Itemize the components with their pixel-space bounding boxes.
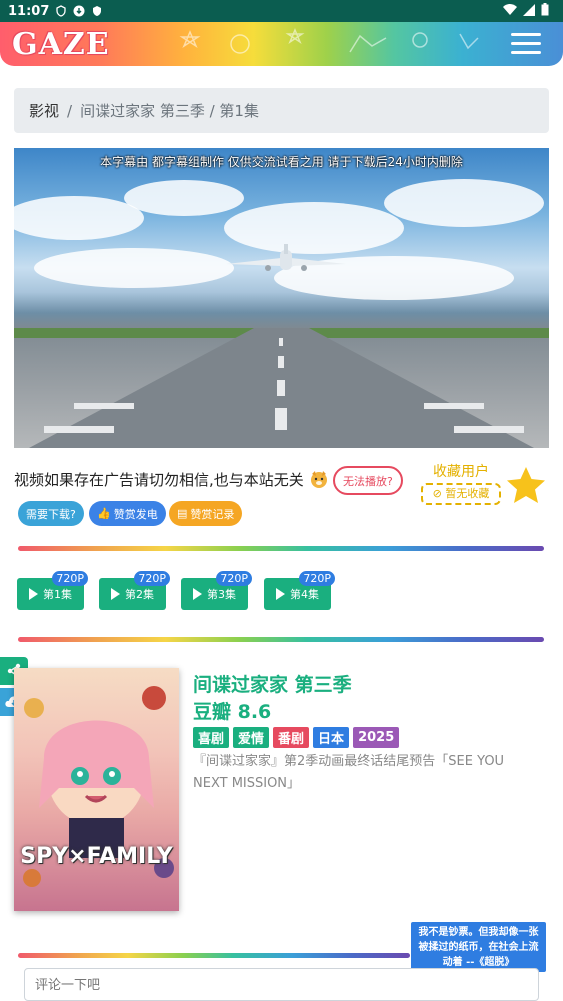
site-header: GAZE [0, 22, 563, 66]
poster-title: SPY×FAMILY [20, 844, 173, 869]
thumbs-up-icon: 👍 [97, 507, 111, 520]
security-status-icon [93, 6, 102, 16]
quality-badge: 720P [299, 571, 335, 586]
sponsor-record-button[interactable]: ▤ 赞赏记录 [169, 501, 243, 526]
cant-play-button[interactable]: 无法播放? [333, 466, 403, 495]
comment-input[interactable] [24, 968, 539, 1001]
dog-emoji-icon [310, 471, 327, 488]
favorites-box: 收藏用户 ⊘ 暂无收藏 [421, 461, 501, 505]
signal-icon [523, 3, 535, 16]
play-icon [111, 588, 120, 600]
video-player[interactable]: 本字幕由 都字幕组制作 仅供交流试看之用 请于下载后24小时内删除 [14, 148, 549, 448]
quality-badge: 720P [216, 571, 252, 586]
quote-popup: 我不是钞票。但我却像一张被揉过的纸币，在社会上流动着 --《超脱》 [411, 922, 546, 972]
episode-button-3[interactable]: 第3集 720P [181, 571, 252, 610]
tag-region[interactable]: 日本 [313, 727, 350, 748]
play-icon [193, 588, 202, 600]
shield-icon [56, 5, 67, 17]
favorites-empty: ⊘ 暂无收藏 [421, 483, 501, 505]
runway [14, 328, 549, 448]
breadcrumb-separator: / [67, 101, 73, 120]
site-logo[interactable]: GAZE [12, 27, 110, 62]
tag-genre-romance[interactable]: 爱情 [233, 727, 270, 748]
episode-button-4[interactable]: 第4集 720P [264, 571, 335, 610]
airplane [226, 244, 346, 271]
video-subtitle: 本字幕由 都字幕组制作 仅供交流试看之用 请于下载后24小时内删除 [100, 155, 463, 169]
divider [18, 546, 544, 551]
douban-rating: 豆瓣 8.6 [193, 701, 272, 723]
menu-icon [511, 33, 541, 36]
tag-type[interactable]: 番剧 [273, 727, 310, 748]
header-decoration [179, 28, 479, 54]
favorite-star-button[interactable] [505, 465, 547, 505]
divider [18, 953, 410, 958]
list-icon: ▤ [177, 507, 188, 520]
ban-icon: ⊘ [432, 487, 442, 500]
battery-icon [541, 3, 549, 16]
divider [18, 637, 544, 642]
quality-badge: 720P [52, 571, 88, 586]
download-status-icon [73, 5, 85, 17]
wifi-icon [503, 3, 517, 15]
status-time: 11:07 [8, 3, 50, 19]
play-icon [29, 588, 38, 600]
ad-notice: 视频如果存在广告请切勿相信,也与本站无关 [14, 469, 329, 490]
sponsor-button[interactable]: 👍 赞赏发电 [89, 501, 166, 526]
breadcrumb-current: 间谍过家家 第三季 / 第1集 [80, 102, 259, 120]
show-title: 间谍过家家 第三季 [193, 674, 352, 696]
episode-button-2[interactable]: 第2集 720P [99, 571, 170, 610]
episode-button-1[interactable]: 第1集 720P [17, 571, 88, 610]
show-description: 『间谍过家家』第2季动画最终话结尾预告「SEE YOU NEXT MISSION… [193, 754, 505, 791]
breadcrumb-home[interactable]: 影视 [29, 100, 59, 121]
ad-notice-text: 视频如果存在广告请切勿相信,也与本站无关 [14, 471, 304, 489]
sky-clouds [14, 179, 544, 300]
poster-image[interactable]: SPY×FAMILY [14, 668, 179, 911]
need-download-button[interactable]: 需要下载? [18, 501, 84, 526]
status-bar: 11:07 [0, 0, 563, 22]
play-icon [276, 588, 285, 600]
tag-list: 喜剧 爱情 番剧 日本 2025 [193, 727, 400, 748]
breadcrumb: 影视 / 间谍过家家 第三季 / 第1集 [14, 88, 549, 133]
quality-badge: 720P [134, 571, 170, 586]
tag-genre-comedy[interactable]: 喜剧 [193, 727, 230, 748]
menu-button[interactable] [511, 33, 541, 55]
poster-artwork [23, 686, 174, 887]
tag-year[interactable]: 2025 [353, 727, 400, 748]
favorites-title: 收藏用户 [433, 464, 489, 480]
